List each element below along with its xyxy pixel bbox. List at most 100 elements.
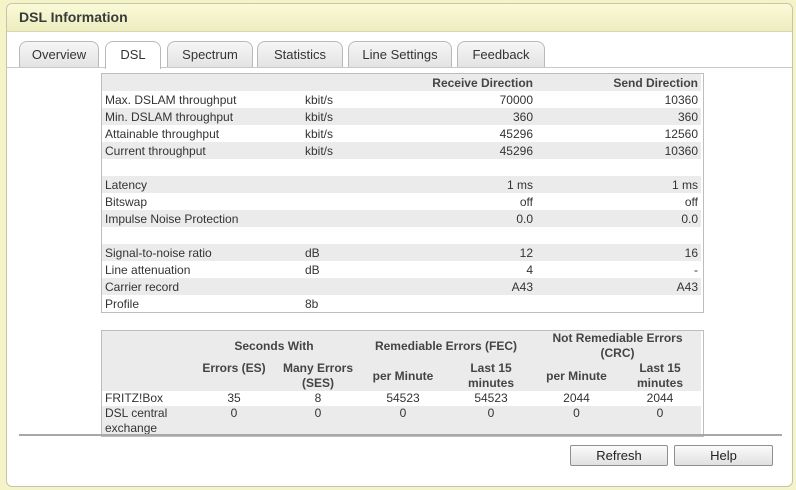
error-table: Seconds With Remediable Errors (FEC) Not… xyxy=(101,330,704,437)
row-receive: 45296 xyxy=(499,143,533,158)
sub-es: Errors (ES) xyxy=(202,361,266,375)
line-table-row: Signal-to-noise ratio dB 12 16 xyxy=(102,244,701,261)
sub-ses: Many Errors (SES) xyxy=(282,361,354,390)
error-sub-header: Errors (ES) Many Errors (SES) per Minute… xyxy=(102,361,701,391)
row-send xyxy=(536,295,701,312)
line-table-row: Profile 8b xyxy=(102,295,701,312)
header-send: Send Direction xyxy=(613,75,698,90)
line-table-row: Attainable throughput kbit/s 45296 12560 xyxy=(102,125,701,142)
row-unit xyxy=(302,210,390,227)
row-receive: 0.0 xyxy=(516,211,533,226)
row-send: A43 xyxy=(676,279,698,294)
row-unit xyxy=(302,193,390,210)
error-table-row: DSL central exchange 0 0 0 0 0 0 xyxy=(102,406,701,436)
row-receive xyxy=(390,159,536,176)
row-unit xyxy=(302,278,390,295)
row-label: Bitswap xyxy=(105,194,148,209)
row-label: Impulse Noise Protection xyxy=(105,211,239,226)
row-send xyxy=(536,227,701,244)
group-crc: Not Remediable Errors (CRC) xyxy=(552,331,683,360)
row-label: Min. DSLAM throughput xyxy=(105,109,234,124)
row-receive: 1 ms xyxy=(506,177,533,192)
refresh-button[interactable]: Refresh xyxy=(570,445,668,466)
row-label: Line attenuation xyxy=(105,262,191,277)
sub-crc-last-15: Last 15 minutes xyxy=(636,361,683,390)
row-label: Current throughput xyxy=(105,143,206,158)
row-unit xyxy=(302,159,390,176)
line-table-row xyxy=(102,227,701,244)
error-value: 0 xyxy=(487,406,495,420)
row-unit: kbit/s xyxy=(305,126,334,141)
help-button[interactable]: Help xyxy=(674,445,773,466)
row-label: Max. DSLAM throughput xyxy=(105,92,237,107)
row-unit: 8b xyxy=(305,296,319,311)
group-fec: Remediable Errors (FEC) xyxy=(374,338,518,353)
tab-feedback[interactable]: Feedback xyxy=(457,41,545,67)
line-table-header: Receive Direction Send Direction xyxy=(102,74,701,91)
line-table-row: Current throughput kbit/s 45296 10360 xyxy=(102,142,701,159)
tab-spectrum[interactable]: Spectrum xyxy=(167,41,253,67)
row-unit: kbit/s xyxy=(305,109,334,124)
row-unit: dB xyxy=(305,262,320,277)
row-label: Profile xyxy=(105,296,140,311)
row-receive: 70000 xyxy=(499,92,533,107)
error-row-label: FRITZ!Box xyxy=(105,391,164,405)
tab-overview[interactable]: Overview xyxy=(19,41,99,67)
error-value: 0 xyxy=(573,406,580,420)
row-receive: A43 xyxy=(511,279,533,294)
row-send: 12560 xyxy=(664,126,698,141)
row-receive: 12 xyxy=(519,245,533,260)
group-seconds-with: Seconds With xyxy=(234,338,314,353)
row-send: 1 ms xyxy=(671,177,698,192)
row-send: - xyxy=(694,262,698,277)
row-send: 10360 xyxy=(664,92,698,107)
row-unit: kbit/s xyxy=(305,92,334,107)
row-unit xyxy=(302,176,390,193)
row-label: Carrier record xyxy=(105,279,180,294)
error-value: 0 xyxy=(230,406,238,420)
dsl-info-panel: DSL Information Overview DSL Spectrum St… xyxy=(6,3,793,487)
error-table-row: FRITZ!Box 35 8 54523 54523 2044 2044 xyxy=(102,391,701,406)
error-value: 0 xyxy=(399,406,407,420)
row-receive xyxy=(390,295,536,312)
row-send: off xyxy=(684,194,698,209)
row-label: Attainable throughput xyxy=(105,126,220,141)
row-receive: 360 xyxy=(512,109,533,124)
line-table-row: Impulse Noise Protection 0.0 0.0 xyxy=(102,210,701,227)
header-label xyxy=(102,74,302,91)
row-receive: 4 xyxy=(526,262,533,277)
sub-fec-last-15: Last 15 minutes xyxy=(467,361,514,390)
line-table-row: Min. DSLAM throughput kbit/s 360 360 xyxy=(102,108,701,125)
row-receive: 45296 xyxy=(499,126,533,141)
row-label xyxy=(102,159,302,176)
header-unit xyxy=(302,74,390,91)
row-send xyxy=(536,159,701,176)
row-label: Latency xyxy=(105,177,148,192)
error-value: 35 xyxy=(227,391,241,405)
line-table-row: Bitswap off off xyxy=(102,193,701,210)
row-send: 10360 xyxy=(664,143,698,158)
row-send: 16 xyxy=(684,245,698,260)
row-unit: kbit/s xyxy=(305,143,334,158)
row-unit: dB xyxy=(305,245,320,260)
row-send: 0.0 xyxy=(681,211,698,226)
line-table-row xyxy=(102,159,701,176)
line-table-row: Max. DSLAM throughput kbit/s 70000 10360 xyxy=(102,91,701,108)
title-bar: DSL Information xyxy=(7,4,792,32)
line-table-row: Line attenuation dB 4 - xyxy=(102,261,701,278)
error-value: 0 xyxy=(656,406,664,420)
error-group-header: Seconds With Remediable Errors (FEC) Not… xyxy=(102,331,701,361)
tab-statistics[interactable]: Statistics xyxy=(257,41,343,67)
line-table-row: Carrier record A43 A43 xyxy=(102,278,701,295)
error-value: 2044 xyxy=(646,391,674,405)
line-table-row: Latency 1 ms 1 ms xyxy=(102,176,701,193)
tab-line-settings[interactable]: Line Settings xyxy=(348,41,452,67)
row-label: Signal-to-noise ratio xyxy=(105,245,212,260)
row-receive: off xyxy=(519,194,533,209)
row-receive xyxy=(390,227,536,244)
error-value: 54523 xyxy=(386,391,420,405)
page-title: DSL Information xyxy=(19,9,128,25)
header-receive: Receive Direction xyxy=(432,75,533,90)
tab-dsl[interactable]: DSL xyxy=(105,41,161,69)
row-label xyxy=(102,227,302,244)
